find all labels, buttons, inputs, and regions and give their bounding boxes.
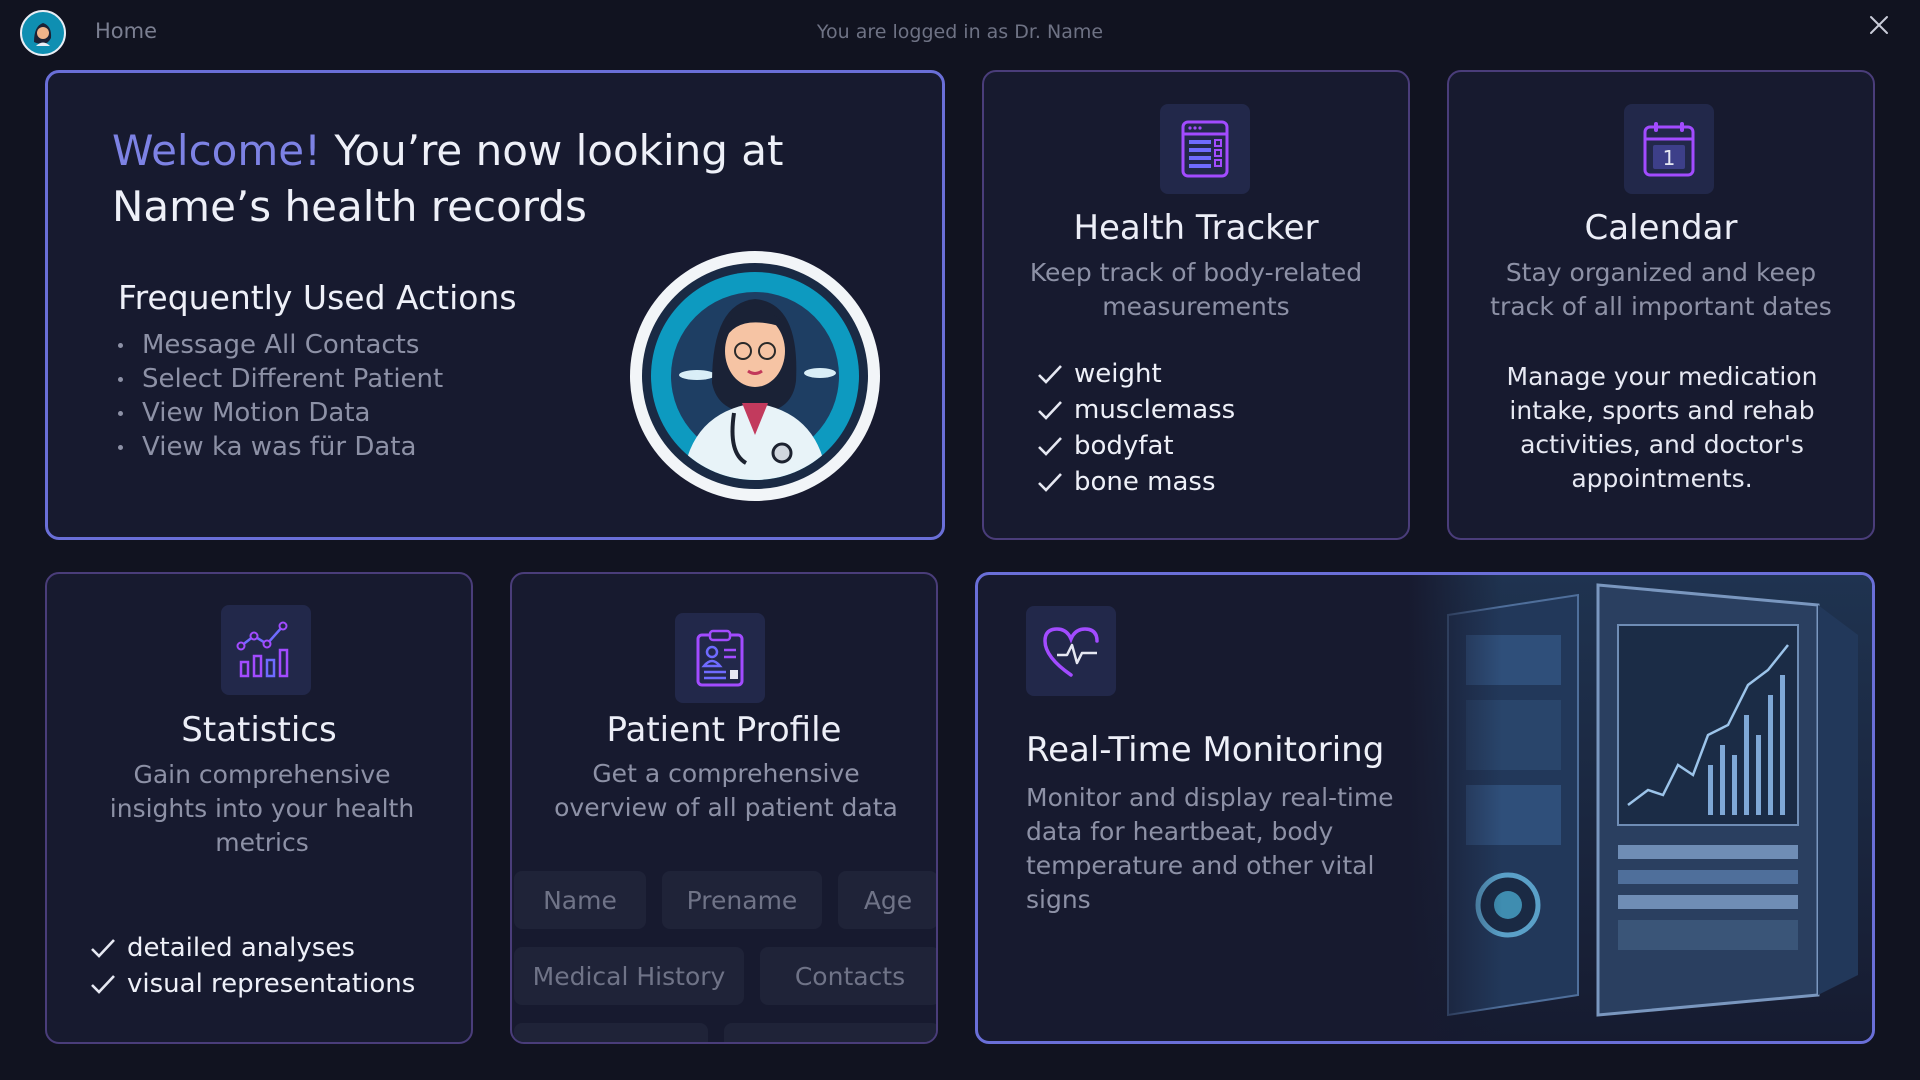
welcome-card: Welcome! You’re now looking at Name’s he…: [45, 70, 945, 540]
frequent-actions-title: Frequently Used Actions: [118, 278, 517, 317]
bar-chart-icon: [236, 621, 289, 678]
action-label: View Motion Data: [142, 398, 371, 428]
calendar-details: Manage your medication intake, sports an…: [1506, 362, 1818, 493]
action-label: Message All Contacts: [142, 330, 420, 360]
bullet-icon: [118, 410, 123, 416]
list-item: musclemass: [1036, 392, 1235, 428]
feature-label: bone mass: [1074, 467, 1216, 497]
monitoring-title: Real-Time Monitoring: [1026, 730, 1385, 770]
calendar-day-number: 1: [1663, 146, 1676, 170]
check-icon: [1038, 473, 1062, 492]
action-view-motion-data[interactable]: View Motion Data: [118, 396, 443, 430]
tracker-device-icon: [1181, 120, 1229, 178]
statistics-title: Statistics: [181, 710, 337, 750]
statistics-card[interactable]: Statistics Gain comprehensive insights i…: [45, 572, 473, 1044]
list-item: detailed analyses: [89, 930, 415, 966]
list-item: bone mass: [1036, 464, 1235, 500]
welcome-heading-line2: Name’s health records: [112, 182, 587, 231]
health-tracker-description: Keep track of body-related measurements: [1029, 258, 1363, 321]
calendar-title: Calendar: [1584, 208, 1738, 248]
bullet-icon: [118, 444, 123, 450]
patient-profile-icon-tile: [675, 613, 765, 703]
check-icon: [91, 975, 115, 994]
bullet-icon: [118, 376, 123, 382]
close-icon[interactable]: [1866, 12, 1892, 38]
health-tracker-features: weight musclemass bodyfat bone mass: [1036, 356, 1235, 500]
monitoring-description: Monitor and display real-time data for h…: [1026, 783, 1394, 914]
top-bar: Home You are logged in as Dr. Name: [0, 0, 1920, 62]
list-item: visual representations: [89, 966, 415, 1002]
health-tracker-title: Health Tracker: [1073, 208, 1319, 248]
monitoring-illustration: [1408, 575, 1872, 1041]
list-item: weight: [1036, 356, 1235, 392]
check-icon: [1038, 401, 1062, 420]
feature-label: visual representations: [127, 969, 416, 999]
field-prename[interactable]: Prename: [662, 871, 822, 929]
statistics-icon-tile: [221, 605, 311, 695]
action-label: Select Different Patient: [142, 364, 444, 394]
field-placeholder: [514, 1023, 708, 1042]
monitoring-card[interactable]: Real-Time Monitoring Monitor and display…: [975, 572, 1875, 1044]
feature-label: bodyfat: [1074, 431, 1174, 461]
frequent-actions-list: Message All Contacts Select Different Pa…: [118, 328, 443, 464]
feature-label: musclemass: [1074, 395, 1236, 425]
welcome-heading: Welcome! You’re now looking at Name’s he…: [112, 123, 792, 235]
action-message-all-contacts[interactable]: Message All Contacts: [118, 328, 443, 362]
clipboard-profile-icon: [696, 629, 744, 687]
action-label: View ka was für Data: [142, 432, 417, 462]
welcome-heading-line1: You’re now looking at: [320, 126, 784, 175]
check-icon: [1038, 437, 1062, 456]
patient-profile-title: Patient Profile: [606, 710, 842, 750]
action-view-other-data[interactable]: View ka was für Data: [118, 430, 443, 464]
calendar-description: Stay organized and keep track of all imp…: [1490, 258, 1832, 321]
check-icon: [1038, 365, 1062, 384]
check-icon: [91, 939, 115, 958]
feature-label: weight: [1074, 359, 1162, 389]
action-select-different-patient[interactable]: Select Different Patient: [118, 362, 443, 396]
field-medical-history[interactable]: Medical History: [514, 947, 744, 1005]
field-age[interactable]: Age: [838, 871, 936, 929]
statistics-features: detailed analyses visual representations: [89, 930, 415, 1002]
field-placeholder: [724, 1023, 936, 1042]
monitoring-icon-tile: [1026, 606, 1116, 696]
feature-label: detailed analyses: [127, 933, 355, 963]
patient-profile-card[interactable]: Patient Profile Get a comprehensive over…: [510, 572, 938, 1044]
bullet-icon: [118, 342, 123, 348]
patient-profile-description: Get a comprehensive overview of all pati…: [554, 759, 898, 822]
calendar-card[interactable]: 1 Calendar Stay organized and keep track…: [1447, 70, 1875, 540]
health-tracker-icon-tile: [1160, 104, 1250, 194]
calendar-icon-tile: 1: [1624, 104, 1714, 194]
login-status: You are logged in as Dr. Name: [816, 21, 1104, 43]
statistics-description: Gain comprehensive insights into your he…: [109, 760, 415, 857]
health-tracker-card[interactable]: Health Tracker Keep track of body-relate…: [982, 70, 1410, 540]
welcome-word: Welcome!: [112, 126, 321, 175]
heart-pulse-icon: [1043, 627, 1099, 677]
doctor-avatar: [630, 251, 880, 501]
field-name[interactable]: Name: [514, 871, 646, 929]
field-contacts[interactable]: Contacts: [760, 947, 936, 1005]
list-item: bodyfat: [1036, 428, 1235, 464]
